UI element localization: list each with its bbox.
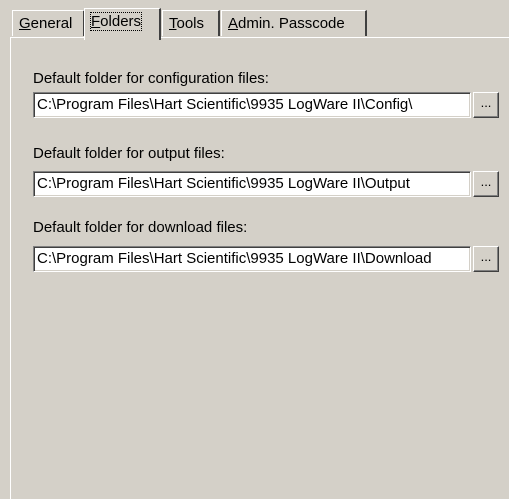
tab-folders-focus: Folders: [89, 12, 143, 31]
output-folder-input[interactable]: C:\Program Files\Hart Scientific\9935 Lo…: [33, 171, 471, 197]
tab-folders-mnemonic: F: [91, 13, 101, 30]
tab-admin-passcode[interactable]: Admin. Passcode: [221, 10, 367, 36]
download-folder-browse-button[interactable]: ...: [473, 246, 499, 272]
download-folder-label: Default folder for download files:: [33, 219, 248, 236]
config-folder-browse-button[interactable]: ...: [473, 92, 499, 118]
download-folder-input[interactable]: C:\Program Files\Hart Scientific\9935 Lo…: [33, 246, 471, 272]
tab-general-mnemonic: G: [19, 15, 31, 32]
tab-tools-label: ools: [176, 15, 205, 32]
output-folder-label: Default folder for output files:: [33, 145, 225, 162]
folders-tab-page: Default folder for configuration files: …: [10, 37, 509, 499]
tab-tools[interactable]: Tools: [162, 10, 220, 36]
config-folder-input[interactable]: C:\Program Files\Hart Scientific\9935 Lo…: [33, 92, 471, 118]
options-dialog: General Folders Tools Admin. Passcode De…: [0, 0, 509, 499]
tab-tools-mnemonic: T: [169, 15, 177, 32]
config-folder-label: Default folder for configuration files:: [33, 70, 269, 87]
tab-admin-passcode-label: dmin. Passcode: [238, 15, 345, 32]
tab-strip: General Folders Tools Admin. Passcode: [12, 8, 507, 40]
output-folder-browse-button[interactable]: ...: [473, 171, 499, 197]
tab-folders[interactable]: Folders: [84, 8, 161, 40]
tab-admin-passcode-mnemonic: A: [228, 15, 239, 32]
tab-folders-label: olders: [100, 13, 142, 30]
tab-general[interactable]: General: [12, 10, 85, 36]
tab-general-label: eneral: [30, 15, 73, 32]
